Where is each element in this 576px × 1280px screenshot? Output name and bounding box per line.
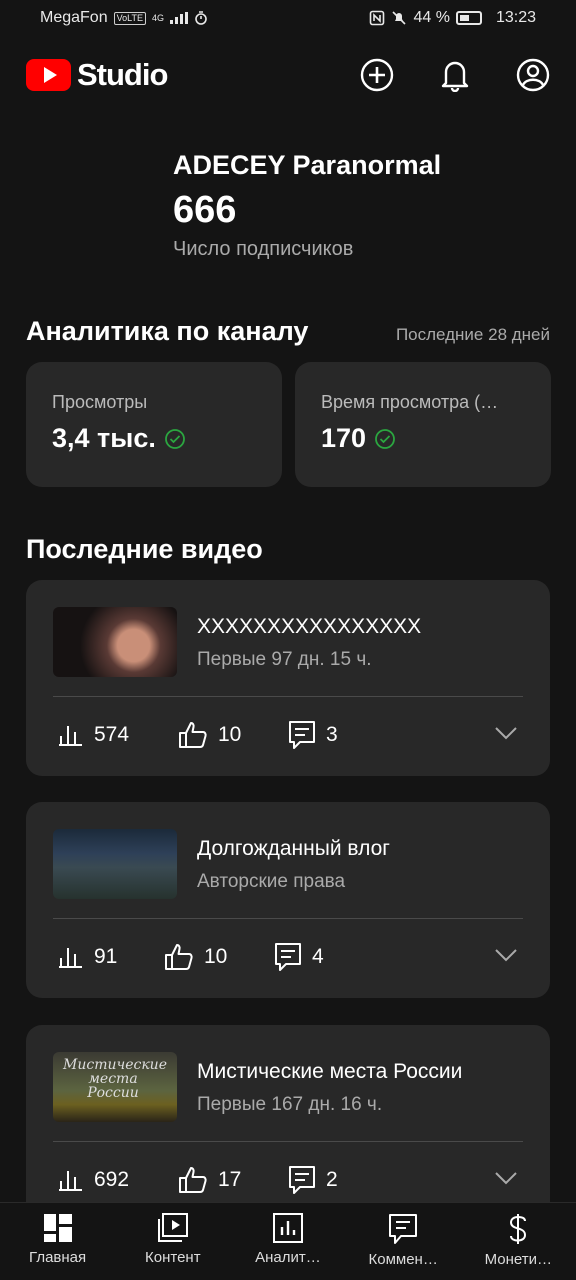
subscriber-label: Число подписчиков [173,238,354,260]
analytics-title: Аналитика по каналу [26,316,309,346]
video-thumbnail[interactable] [53,607,177,677]
comment-count: 3 [326,723,338,746]
status-bar: MegaFon VoLTE 4G 44 % 13:23 [0,0,576,36]
view-count: 574 [94,723,130,746]
views-icon [59,1171,82,1191]
video-status: Первые 97 дн. 15 ч. [197,649,372,670]
watch-time-value: 170 [321,423,367,453]
notifications-button[interactable] [438,58,472,92]
nav-comments[interactable]: Коммен… [348,1213,458,1268]
comment-count: 2 [326,1168,338,1191]
video-title: XXXXXXXXXXXXXXXX [197,615,422,638]
monetization-icon [510,1214,527,1244]
content-icon [157,1213,188,1242]
like-icon [179,1167,207,1193]
notifications-icon [441,61,469,92]
network-type: 4G [151,13,164,23]
nav-monetization[interactable]: Монети… [463,1213,573,1268]
chevron-down-icon [495,1171,517,1184]
battery-icon [455,11,482,25]
comment-count: 4 [312,945,324,968]
create-button[interactable] [360,58,394,92]
divider [53,696,523,697]
video-card[interactable]: Мистические места России Мистические мес… [26,1025,550,1221]
nav-dashboard[interactable]: Главная [3,1213,113,1266]
recent-videos-title: Последние видео [26,534,263,564]
chevron-down-icon [495,726,517,739]
views-label: Просмотры [52,392,148,412]
like-icon [165,944,193,970]
analytics-icon [272,1213,303,1243]
video-card[interactable]: XXXXXXXXXXXXXXXX Первые 97 дн. 15 ч. 574… [26,580,550,776]
view-count: 91 [94,945,118,968]
like-count: 10 [218,723,242,746]
account-icon [516,58,550,92]
expand-button[interactable] [494,1171,518,1190]
analytics-header: Аналитика по каналу Последние 28 дней [26,316,550,347]
mute-icon [392,11,407,25]
comment-icon [275,943,301,971]
views-card[interactable]: Просмотры 3,4 тыс. [26,362,282,487]
expand-button[interactable] [494,726,518,745]
comment-icon [289,721,315,749]
battery-percent: 44 % [413,9,450,26]
nav-label: Коммен… [368,1251,438,1268]
chevron-down-icon [495,948,517,961]
video-status: Первые 167 дн. 16 ч. [197,1094,383,1115]
nav-label: Монети… [484,1251,553,1268]
watch-time-label: Время просмотра (… [321,392,499,412]
video-thumbnail[interactable]: Мистические места России [53,1052,177,1122]
status-left: MegaFon VoLTE 4G [40,9,208,27]
views-icon [59,948,82,968]
bottom-nav: Главная Контент Аналит… Коммен… Монети… [0,1202,576,1280]
view-count: 692 [94,1168,130,1191]
video-title: Мистические места России [197,1060,463,1083]
check-circle-icon [375,428,395,449]
analytics-period: Последние 28 дней [395,325,550,344]
video-card[interactable]: Долгожданный влог Авторские права 91 10 … [26,802,550,998]
video-status: Авторские права [197,871,346,892]
nfc-icon [370,10,385,26]
nav-label: Главная [29,1249,87,1266]
video-title: Долгожданный влог [197,837,390,860]
nav-label: Контент [145,1249,201,1266]
channel-name: ADECEY Paranormal [173,150,442,180]
studio-logo[interactable]: Studio [26,57,168,93]
nav-analytics[interactable]: Аналит… [233,1213,343,1266]
like-count: 17 [218,1168,242,1191]
app-bar: Studio [0,36,576,114]
expand-button[interactable] [494,948,518,967]
recent-videos-header: Последние видео [26,534,550,565]
logo-text: Studio [77,57,168,92]
signal-icon [169,12,188,24]
divider [53,918,523,919]
thumbnail-caption: Мистические места России [63,1057,167,1101]
like-icon [179,722,207,748]
video-thumbnail[interactable] [53,829,177,899]
divider [53,1141,523,1142]
account-button[interactable] [516,58,550,92]
nav-label: Аналит… [255,1249,321,1266]
watch-time-card[interactable]: Время просмотра (… 170 [295,362,551,487]
comment-icon [289,1166,315,1194]
volte-badge: VoLTE [113,11,146,25]
comments-icon [389,1214,418,1244]
subscriber-count: 666 [173,189,237,231]
check-circle-icon [164,428,185,449]
carrier-name: MegaFon [40,9,108,26]
timer-icon [195,11,207,25]
clock: 13:23 [495,9,536,26]
youtube-logo-icon [26,59,71,91]
create-icon [360,58,394,92]
views-icon [59,726,82,746]
nav-content[interactable]: Контент [118,1213,228,1266]
dashboard-icon [43,1214,72,1242]
status-right: 44 % 13:23 [369,9,536,27]
views-value: 3,4 тыс. [52,423,156,453]
channel-header: ADECEY Paranormal 666 Число подписчиков [173,150,441,261]
like-count: 10 [204,945,228,968]
